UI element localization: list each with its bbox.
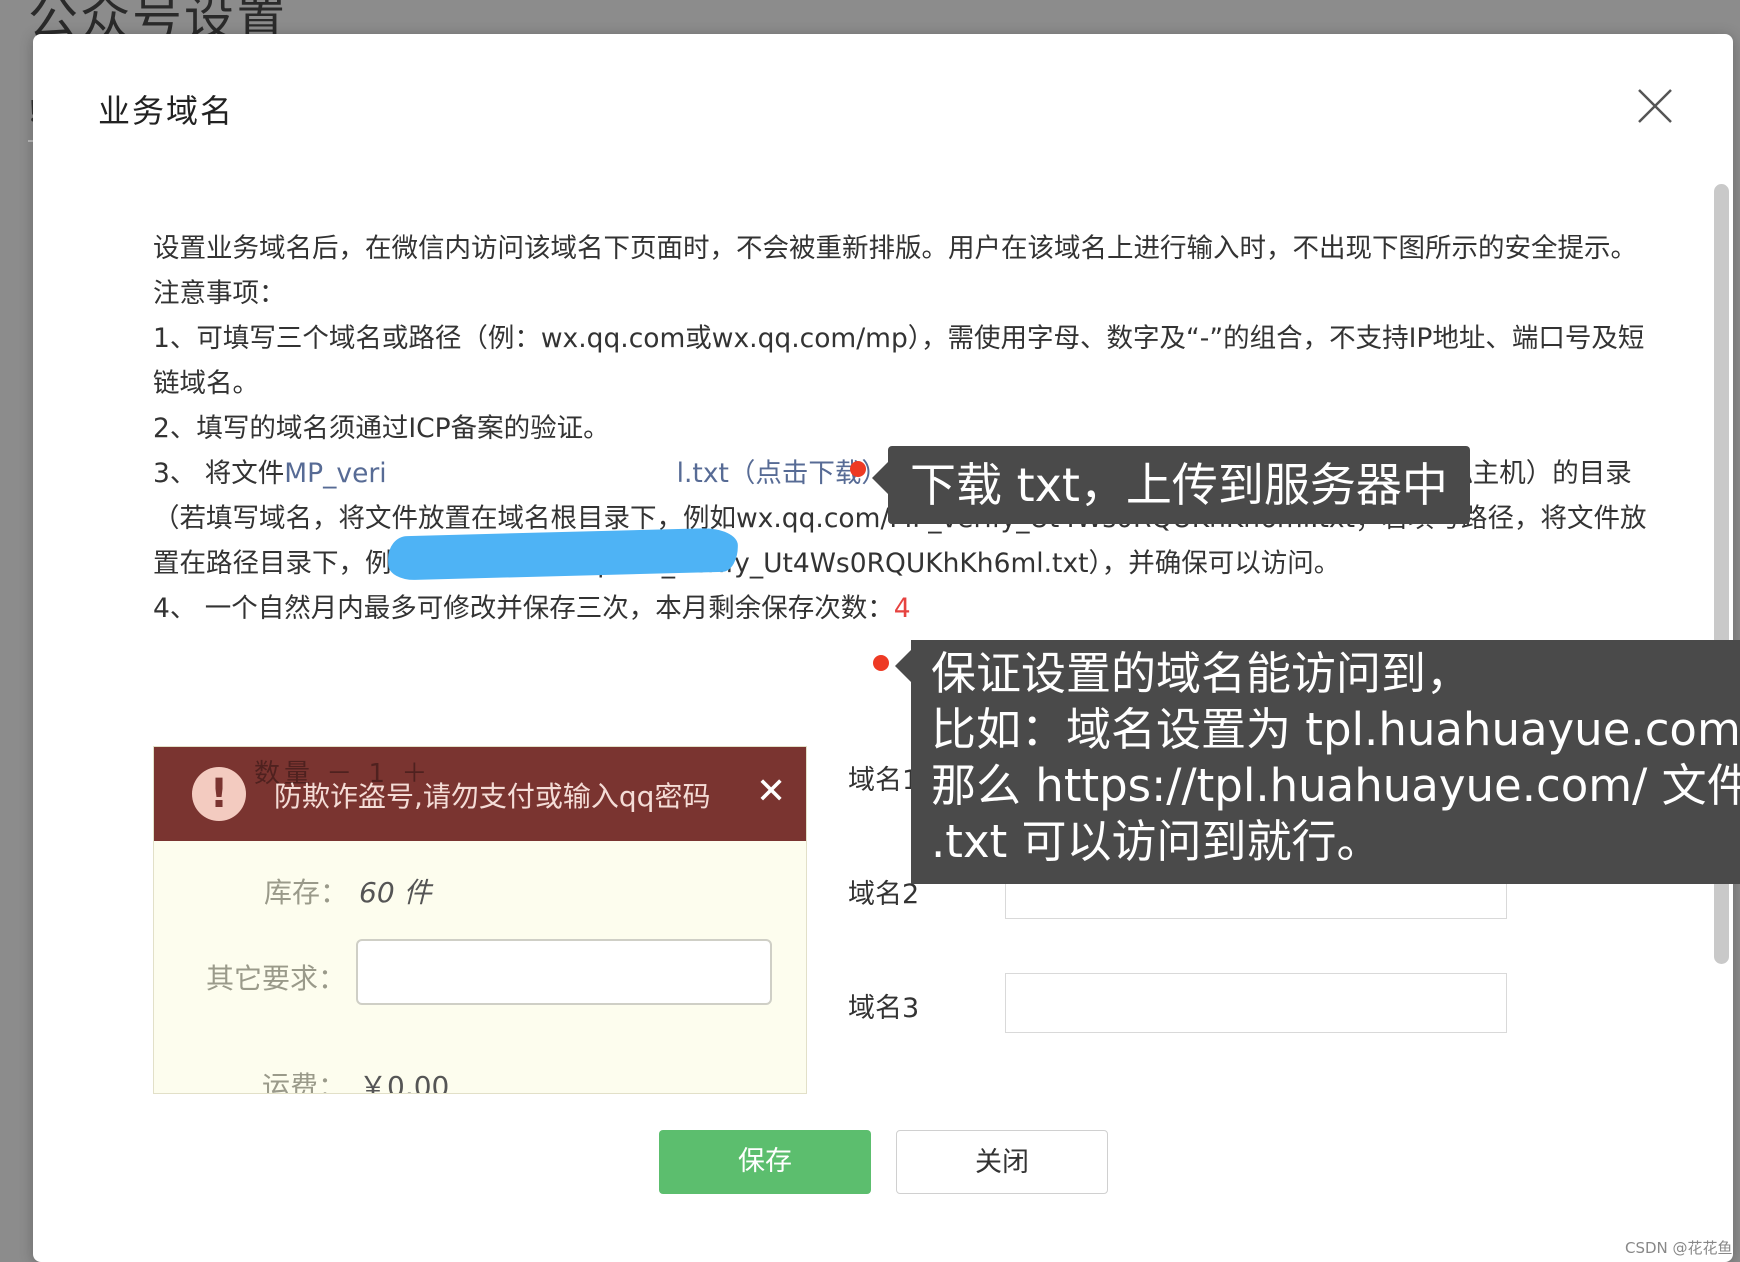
other-requirements-label: 其它要求： <box>206 962 347 995</box>
annotation-tooltip-1: 下载 txt，上传到服务器中 <box>888 446 1470 524</box>
domain1-label: 域名1 <box>848 765 920 796</box>
verify-file-name-end[interactable]: l.txt <box>677 458 729 489</box>
item3-prefix: 3、 将文件 <box>153 458 285 489</box>
save-button[interactable]: 保存 <box>659 1130 871 1194</box>
description-intro: 设置业务域名后，在微信内访问该域名下页面时，不会被重新排版。用户在该域名上进行输… <box>153 233 1637 264</box>
exclamation-icon: ! <box>192 767 246 821</box>
notice-heading: 注意事项： <box>153 278 286 309</box>
close-button[interactable]: 关闭 <box>896 1130 1108 1194</box>
verify-file-name-start[interactable]: MP_veri <box>284 458 386 489</box>
stock-value: 60 件 <box>359 876 432 909</box>
freight-value: ￥0.00 <box>359 1070 450 1094</box>
dialog-title: 业务域名 <box>98 92 235 130</box>
warning-message: 防欺诈盗号,请勿支付或输入qq密码 <box>274 780 711 813</box>
domain3-label: 域名3 <box>848 993 920 1024</box>
stock-label: 库存： <box>264 876 349 909</box>
warning-close-icon: ✕ <box>756 771 787 812</box>
annotation-dot-2 <box>873 655 889 671</box>
description: 设置业务域名后，在微信内访问该域名下页面时，不会被重新排版。用户在该域名上进行输… <box>153 226 1653 631</box>
notice-item-2: 2、填写的域名须通过ICP备案的验证。 <box>153 413 610 444</box>
tooltip-2-arrow <box>895 650 911 682</box>
tooltip-1-arrow <box>872 462 888 494</box>
watermark: CSDN @花花鱼 <box>1625 1239 1733 1257</box>
notice-item-1: 1、可填写三个域名或路径（例：wx.qq.com或wx.qq.com/mp），需… <box>153 323 1645 399</box>
other-requirements-field <box>356 939 772 1005</box>
tip2-line-4: .txt 可以访问到就行。 <box>931 815 1382 868</box>
warning-bar: 数量 － 1 ＋ ! 防欺诈盗号,请勿支付或输入qq密码 ✕ <box>154 747 806 841</box>
tip2-line-3: 那么 https://tpl.huahuayue.com/ 文件名 <box>931 759 1740 812</box>
annotation-dot-1 <box>850 461 866 477</box>
annotation-tooltip-2: 保证设置的域名能访问到， 比如：域名设置为 tpl.huahuayue.com … <box>911 640 1740 884</box>
freight-label: 运费： <box>262 1070 347 1094</box>
close-icon[interactable] <box>1633 84 1677 128</box>
remaining-save-count: 4 <box>893 593 911 624</box>
redaction-mark <box>387 527 739 581</box>
security-warning-example-image: 数量 － 1 ＋ ! 防欺诈盗号,请勿支付或输入qq密码 ✕ 库存： 60 件 … <box>153 746 807 1094</box>
domain2-label: 域名2 <box>848 879 920 910</box>
tip2-line-1: 保证设置的域名能访问到， <box>931 647 1472 700</box>
tip2-line-2: 比如：域名设置为 tpl.huahuayue.com <box>931 703 1740 756</box>
notice-item-4: 4、 一个自然月内最多可修改并保存三次，本月剩余保存次数：4 <box>153 586 1653 631</box>
domain3-input[interactable] <box>1005 973 1507 1033</box>
item4-text: 4、 一个自然月内最多可修改并保存三次，本月剩余保存次数： <box>153 593 894 624</box>
verify-file-link[interactable]: MP_veri l.txt（点击下载） <box>284 458 888 489</box>
